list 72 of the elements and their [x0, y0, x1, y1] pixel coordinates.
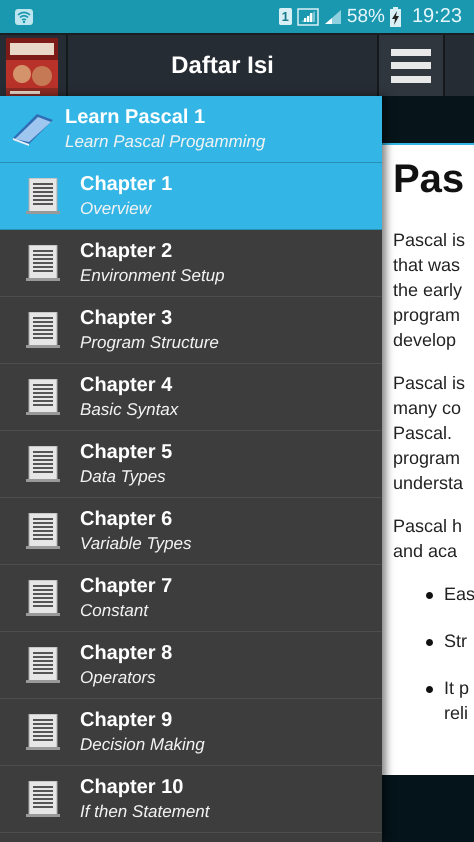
document-icon	[26, 379, 60, 415]
chapter-item[interactable]: Chapter 6 Variable Types	[0, 498, 382, 565]
chapter-subtitle: Constant	[80, 601, 150, 621]
chapter-item[interactable]: Chapter 4 Basic Syntax	[0, 364, 382, 431]
document-icon	[26, 781, 60, 817]
chapter-subtitle: If then Statement	[80, 802, 210, 822]
paragraph-line: Pascal h	[393, 515, 462, 538]
document-icon	[26, 513, 60, 549]
chapter-subtitle: Overview	[80, 199, 153, 219]
chapter-title: Chapter 8	[80, 642, 172, 665]
paragraph-line: understa	[393, 472, 464, 495]
paragraph-line: Pascal is	[393, 372, 466, 395]
chapter-item[interactable]: Chapter 10 If then Statement	[0, 766, 382, 833]
chapter-title: Chapter 1	[80, 173, 172, 196]
document-icon	[26, 714, 60, 750]
battery-charging-icon	[390, 6, 401, 26]
drawer-title: Learn Pascal 1	[65, 106, 206, 129]
chapter-subtitle: Program Structure	[80, 333, 219, 353]
document-icon	[26, 647, 60, 683]
battery-percentage: 58%	[346, 6, 385, 28]
chapter-title: Chapter 6	[80, 508, 174, 531]
chapter-title: Chapter 3	[80, 307, 174, 330]
paragraph-line: and aca	[393, 540, 458, 563]
chapter-title: Chapter 7	[80, 575, 172, 598]
book-icon	[11, 112, 55, 146]
document-icon	[26, 178, 60, 214]
content-heading: Pas	[393, 157, 466, 202]
signal-icon	[296, 8, 319, 26]
chapter-title: Chapter 9	[80, 709, 174, 732]
paragraph-line: many co	[393, 397, 462, 420]
bullet-dot	[426, 639, 433, 646]
chapter-title: Chapter 4	[80, 374, 174, 397]
chapter-item[interactable]: Chapter 7 Constant	[0, 565, 382, 632]
chapter-item[interactable]: Chapter 2 Environment Setup	[0, 230, 382, 297]
wifi-icon	[15, 8, 33, 24]
chapter-item[interactable]: Chapter 9 Decision Making	[0, 699, 382, 766]
chapter-subtitle: Operators	[80, 668, 157, 688]
paragraph-line: the early	[393, 279, 462, 302]
chapter-subtitle: Decision Making	[80, 735, 205, 755]
chapter-title: Chapter 2	[80, 240, 174, 263]
paragraph-line: develop	[393, 329, 456, 352]
chapter-item[interactable]: Chapter 8 Operators	[0, 632, 382, 699]
toolbar-title: Daftar Isi	[171, 52, 274, 80]
bullet-line: Str	[444, 630, 468, 653]
document-icon	[26, 580, 60, 616]
bullet-line: reli	[444, 702, 468, 725]
document-icon	[26, 446, 60, 482]
chapter-subtitle: Basic Syntax	[80, 400, 178, 420]
bullet-line: Eas	[444, 583, 474, 606]
paragraph-line: program	[393, 447, 460, 470]
paragraph-line: Pascal is	[393, 229, 466, 252]
signal-icon	[324, 8, 342, 24]
document-icon	[26, 312, 60, 348]
bullet-dot	[426, 592, 433, 599]
chapter-title: Chapter 5	[80, 441, 172, 464]
document-icon	[26, 245, 60, 281]
chapter-title: Chapter 10	[80, 776, 184, 799]
chapter-item[interactable]: Chapter 3 Program Structure	[0, 297, 382, 364]
paragraph-line: program	[393, 304, 460, 327]
chapter-subtitle: Data Types	[80, 467, 167, 487]
chapter-item[interactable]: Chapter 5 Data Types	[0, 431, 382, 498]
sim-badge: 1	[278, 8, 292, 25]
chapter-subtitle: Environment Setup	[80, 266, 225, 286]
paragraph-line: that was	[393, 254, 460, 277]
paragraph-line: Pascal.	[393, 422, 452, 445]
chapter-subtitle: Variable Types	[80, 534, 192, 554]
clock: 19:23	[412, 5, 462, 28]
menu-button[interactable]	[377, 35, 445, 96]
bullet-dot	[426, 686, 433, 693]
bullet-line: It p	[444, 677, 470, 700]
menu-icon	[391, 48, 431, 82]
drawer-subtitle: Learn Pascal Progamming	[65, 132, 266, 152]
